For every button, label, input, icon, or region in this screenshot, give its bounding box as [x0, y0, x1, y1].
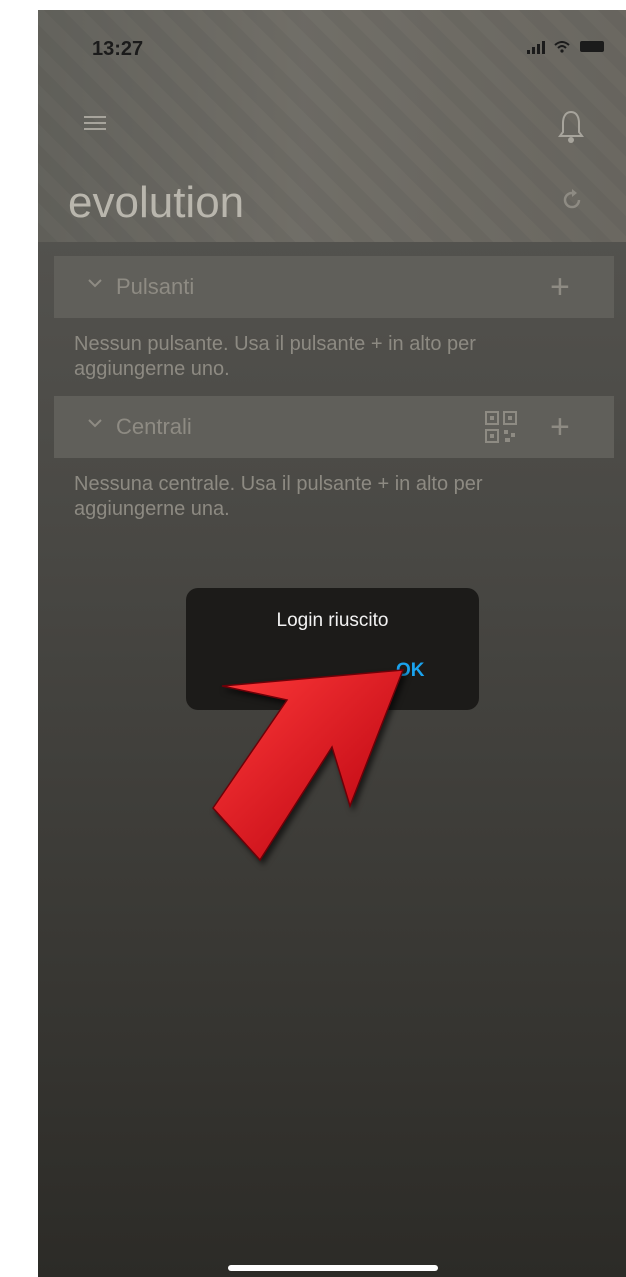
- arrow-pointer-icon: [212, 669, 405, 862]
